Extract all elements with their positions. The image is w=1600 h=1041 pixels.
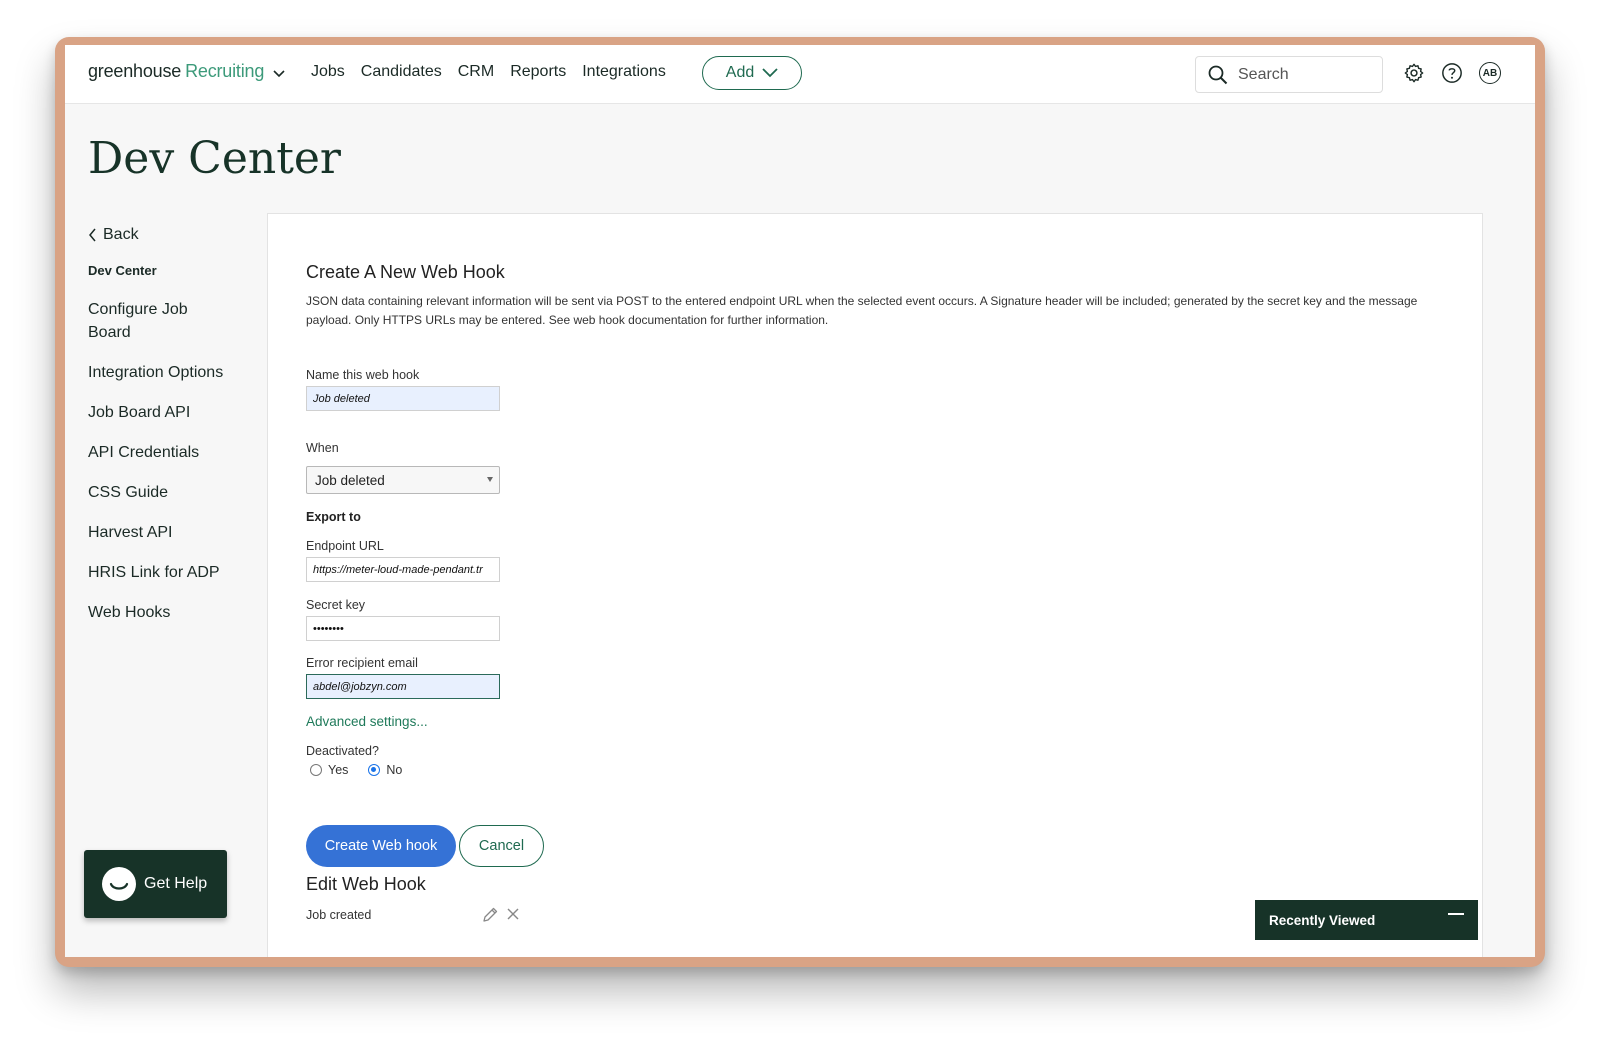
back-link[interactable]: Back [88,223,258,247]
edit-webhook-heading: Edit Web Hook [306,874,426,894]
dropdown-arrow-icon [487,477,493,482]
add-button-label: Add [725,64,755,81]
error-email-label: Error recipient email [306,656,418,670]
when-label: When [306,441,339,455]
sidebar-item-api-credentials[interactable]: API Credentials [88,441,258,464]
sidebar-item-css-guide[interactable]: CSS Guide [88,481,258,504]
secret-key-label: Secret key [306,598,366,612]
secret-key-input[interactable] [306,616,500,641]
get-help-button[interactable]: Get Help [84,850,227,918]
recently-viewed-panel[interactable]: Recently Viewed [1255,900,1478,940]
error-email-input[interactable] [306,674,500,699]
deactivated-label: Deactivated? [306,744,379,758]
top-icons: AB [1403,62,1501,84]
sidebar-menu: Configure Job Board Integration Options … [88,298,258,624]
deactivated-radio-group: Yes No [310,763,402,777]
nav-jobs[interactable]: Jobs [311,63,345,81]
close-icon[interactable] [506,907,520,921]
webhook-row-name: Job created [306,908,372,922]
advanced-settings-link[interactable]: Advanced settings... [306,714,428,729]
webhook-description: JSON data containing relevant informatio… [306,294,1418,327]
name-label: Name this web hook [306,368,420,382]
endpoint-label: Endpoint URL [306,539,384,553]
radio-no[interactable] [368,764,381,776]
webhook-row: Job created [306,906,526,926]
sidebar-item-integration-options[interactable]: Integration Options [88,361,258,384]
brand-name: greenhouse [88,61,182,81]
webhook-name-input[interactable] [306,386,500,411]
create-webhook-heading: Create A New Web Hook [306,262,505,282]
sidebar-item-hris-link-adp[interactable]: HRIS Link for ADP [88,561,258,584]
page-title: Dev Center [88,133,341,184]
when-select-value: Job deleted [315,472,385,488]
search-placeholder: Search [1238,65,1289,83]
nav-candidates[interactable]: Candidates [361,63,442,81]
webhook-panel: Create A New Web Hook JSON data containi… [267,213,1483,957]
export-to-label: Export to [306,510,361,524]
app-window: greenhouse Recruiting Jobs Candidates CR… [65,45,1535,957]
help-icon[interactable] [1441,62,1463,84]
sidebar: Back Dev Center Configure Job Board Inte… [88,223,258,624]
top-nav: greenhouse Recruiting Jobs Candidates CR… [65,45,1535,104]
search-icon [1208,65,1228,84]
chevron-down-icon [762,68,778,78]
brand-product: Recruiting [185,61,265,81]
radio-yes-label: Yes [328,763,349,777]
nav-reports[interactable]: Reports [510,63,566,81]
get-help-label: Get Help [144,875,208,892]
radio-yes[interactable] [310,764,322,776]
sidebar-item-harvest-api[interactable]: Harvest API [88,521,258,544]
chat-bubble-icon [102,867,136,901]
sidebar-section-title: Dev Center [88,263,157,278]
chevron-left-icon [89,228,96,242]
sidebar-item-web-hooks[interactable]: Web Hooks [88,601,258,624]
cancel-button[interactable]: Cancel [459,825,544,867]
create-webhook-button[interactable]: Create Web hook [306,825,456,867]
avatar[interactable]: AB [1479,62,1501,84]
nav-integrations[interactable]: Integrations [582,63,666,81]
brand-logo[interactable]: greenhouse Recruiting [88,61,286,82]
back-label: Back [103,226,139,243]
minimize-icon[interactable] [1448,913,1464,915]
radio-no-label: No [386,763,403,777]
nav-links: Jobs Candidates CRM Reports Integrations [311,63,666,81]
sidebar-item-configure-job-board[interactable]: Configure Job Board [88,298,208,344]
endpoint-url-input[interactable] [306,557,500,582]
window-frame: greenhouse Recruiting Jobs Candidates CR… [55,37,1545,967]
add-button[interactable]: Add [702,56,802,90]
search-box[interactable]: Search [1195,56,1383,93]
pencil-icon[interactable] [481,906,499,924]
chevron-down-icon [273,69,285,77]
recently-viewed-label: Recently Viewed [1269,912,1376,928]
sidebar-item-job-board-api[interactable]: Job Board API [88,401,258,424]
gear-icon[interactable] [1403,62,1425,84]
when-select[interactable]: Job deleted [306,466,500,494]
nav-crm[interactable]: CRM [458,63,494,81]
